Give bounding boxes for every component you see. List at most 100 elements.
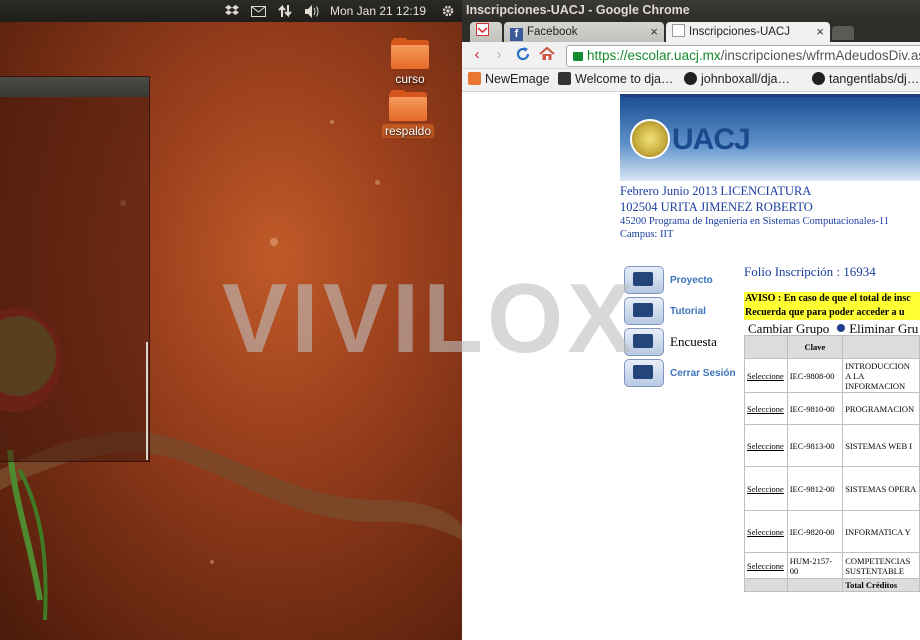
menu-item-tutorial[interactable]: Tutorial — [624, 297, 706, 325]
clave-cell: HUM-2157-00 — [786, 552, 844, 579]
facebook-icon: f — [510, 28, 523, 41]
network-icon[interactable] — [277, 3, 293, 19]
clave-cell: IEC-9810-00 — [786, 392, 844, 425]
seleccione-link[interactable]: Seleccione — [744, 424, 788, 467]
top-panel: Mon Jan 21 12:19 — [0, 0, 462, 22]
uacj-banner: UACJ — [620, 94, 920, 181]
bullet-icon — [837, 324, 846, 332]
home-icon — [539, 46, 555, 60]
clave-cell: IEC-9813-00 — [786, 424, 844, 467]
tab-facebook[interactable]: f Facebook × — [504, 22, 664, 42]
bookmark-johnboxall[interactable]: johnboxall/dja… — [684, 72, 790, 86]
bookmark-label: NewEmage — [485, 72, 550, 86]
table-header-clave: Clave — [786, 335, 844, 359]
menu-item-proyecto[interactable]: Proyecto — [624, 266, 713, 294]
eliminar-grupo-button[interactable]: Eliminar Gru — [849, 321, 918, 336]
url-scheme: https:// — [587, 48, 628, 63]
aviso-line: Recuerda que para poder acceder a u — [745, 307, 905, 318]
materia-cell: SISTEMAS WEB I — [842, 424, 920, 467]
close-tab-icon[interactable]: × — [816, 22, 824, 42]
wallpaper-speck — [270, 238, 278, 246]
seleccione-link[interactable]: Seleccione — [744, 510, 788, 553]
wallpaper-speck — [330, 120, 334, 124]
folder-icon — [468, 72, 481, 85]
page-icon — [672, 24, 685, 37]
browser-window: Inscripciones-UACJ - Google Chrome f Face… — [462, 0, 920, 640]
forward-button[interactable]: › — [490, 46, 508, 64]
tab-label: Facebook — [527, 26, 578, 38]
bookmark-welcome-django[interactable]: Welcome to dja… — [558, 72, 673, 86]
browser-title-bar: Inscripciones-UACJ - Google Chrome — [462, 0, 920, 20]
seleccione-link[interactable]: Seleccione — [744, 358, 788, 393]
desktop-folder-label: curso — [395, 72, 425, 86]
settings-gear-icon[interactable] — [440, 3, 456, 19]
project-icon — [624, 266, 664, 294]
student-name: 102504 URITA JIMENEZ ROBERTO — [620, 200, 813, 214]
table-row: Seleccione IEC-9810-00 PROGRAMACION — [744, 392, 920, 425]
bookmark-newemage[interactable]: NewEmage — [468, 72, 550, 86]
table-row: Seleccione IEC-9808-00 INTRODUCCION A LA… — [744, 358, 920, 393]
desktop-window-scrollbar[interactable] — [146, 342, 148, 460]
browser-toolbar: ‹ › https://escolar.uacj.mx/inscripcione… — [462, 42, 920, 69]
reload-icon — [516, 47, 530, 61]
clave-cell: IEC-9820-00 — [786, 510, 844, 553]
desktop-window[interactable] — [0, 76, 150, 462]
github-icon — [684, 72, 697, 85]
menu-item-encuesta[interactable]: Encuesta — [624, 328, 717, 356]
materia-cell: PROGRAMACION — [842, 392, 920, 425]
volume-icon[interactable] — [304, 3, 322, 19]
survey-icon — [624, 328, 664, 356]
aviso-line: AVISO : En caso de que el total de insc — [745, 293, 911, 304]
tutorial-icon — [624, 297, 664, 325]
logout-icon — [624, 359, 664, 387]
desktop-window-titlebar[interactable] — [0, 77, 149, 97]
dropbox-icon[interactable] — [224, 3, 240, 19]
seleccione-link[interactable]: Seleccione — [744, 392, 788, 425]
clave-cell: IEC-9812-00 — [786, 466, 844, 511]
desktop: Mon Jan 21 12:19 curso respaldo — [0, 0, 462, 640]
program-text: 45200 Programa de Ingeniería en Sistemas… — [620, 216, 890, 227]
total-creditos-label: Total Créditos — [842, 578, 920, 592]
aviso-banner: AVISO : En caso de que el total de insc … — [744, 292, 920, 320]
tab-inscripciones[interactable]: Inscripciones-UACJ × — [666, 22, 830, 42]
tab-label: Inscripciones-UACJ — [689, 26, 790, 38]
table-row: Seleccione IEC-9820-00 INFORMATICA Y — [744, 510, 920, 553]
table-row: Seleccione IEC-9812-00 SISTEMAS OPERA — [744, 466, 920, 511]
bookmark-label: tangentlabs/dj… — [829, 72, 920, 86]
table-header-cell — [744, 335, 788, 359]
seleccione-link[interactable]: Seleccione — [744, 552, 788, 579]
back-button[interactable]: ‹ — [468, 46, 486, 64]
materia-cell: INTRODUCCION A LA INFORMACION — [842, 358, 920, 393]
desktop-folder-label: respaldo — [381, 124, 435, 138]
table-header-cell — [842, 335, 920, 359]
tab-strip: f Facebook × Inscripciones-UACJ × — [462, 20, 920, 42]
mail-icon[interactable] — [250, 3, 266, 19]
table-footer-cell — [744, 578, 788, 592]
lock-icon — [573, 52, 583, 61]
address-bar[interactable]: https://escolar.uacj.mx/inscripciones/wf… — [566, 45, 920, 67]
table-row: Seleccione IEC-9813-00 SISTEMAS WEB I — [744, 424, 920, 467]
bookmarks-bar: NewEmage Welcome to dja… johnboxall/dja…… — [462, 69, 920, 92]
desktop-folder-curso[interactable]: curso — [382, 38, 438, 88]
home-button[interactable] — [538, 46, 556, 64]
menu-item-label: Cerrar Sesión — [670, 367, 736, 379]
subjects-table: Clave Seleccione IEC-9808-00 INTRODUCCIO… — [744, 335, 920, 592]
uacj-seal-logo — [630, 119, 670, 159]
panel-clock[interactable]: Mon Jan 21 12:19 — [330, 4, 426, 18]
bookmark-tangentlabs[interactable]: tangentlabs/dj… — [812, 72, 919, 86]
new-tab-button[interactable] — [832, 26, 854, 40]
desktop-folder-respaldo[interactable]: respaldo — [380, 90, 436, 140]
reload-button[interactable] — [514, 46, 532, 64]
campus-text: Campus: IIT — [620, 229, 674, 240]
seleccione-link[interactable]: Seleccione — [744, 466, 788, 511]
menu-item-label: Tutorial — [670, 305, 706, 317]
table-footer-row: Total Créditos — [744, 578, 920, 592]
close-tab-icon[interactable]: × — [650, 22, 658, 42]
github-icon — [812, 72, 825, 85]
table-footer-cell — [786, 578, 844, 592]
folder-icon — [391, 38, 429, 70]
tab-gmail[interactable] — [470, 22, 502, 42]
cambiar-grupo-button[interactable]: Cambiar Grupo — [748, 321, 829, 336]
menu-item-cerrar-sesion[interactable]: Cerrar Sesión — [624, 359, 736, 387]
menu-item-label: Encuesta — [670, 334, 717, 349]
